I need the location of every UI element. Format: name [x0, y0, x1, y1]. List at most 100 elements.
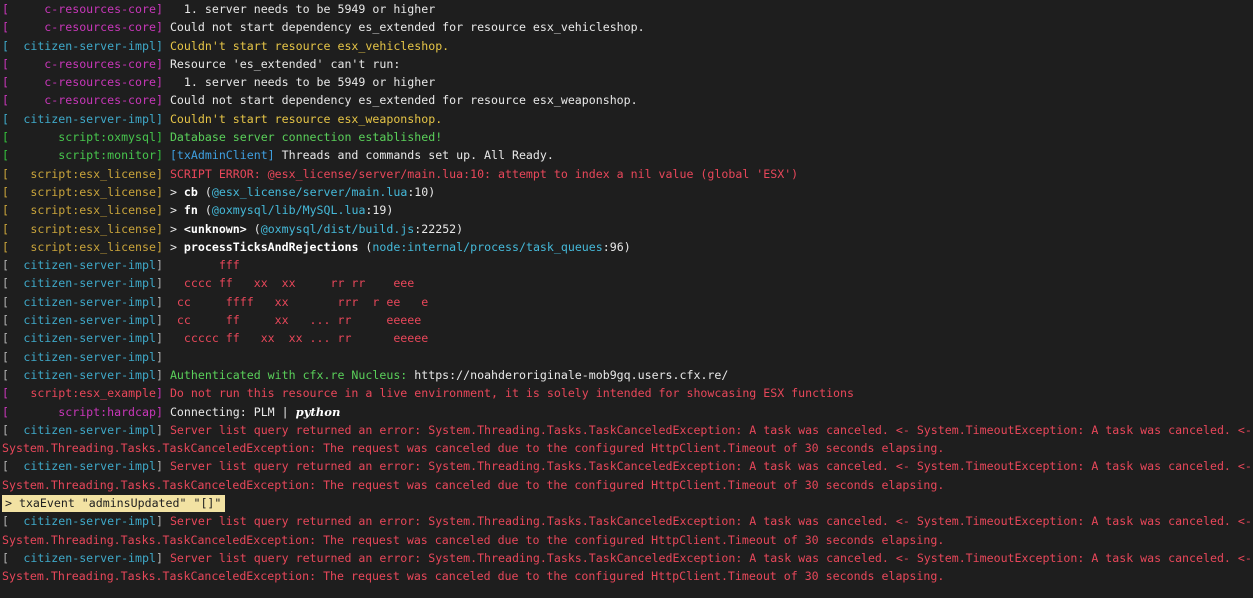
log-source-tag: c-resources-core	[44, 2, 156, 16]
stack-paren: (	[197, 203, 212, 218]
log-line: [c-resources-core] Could not start depen…	[0, 91, 1253, 109]
log-message: 1. server needs to be 5949 or higher	[169, 75, 436, 90]
ascii-art-line: [citizen-server-impl] ccccc ff xx xx ...…	[0, 329, 1253, 347]
nucleus-url: https://noahderoriginale-mob9gq.users.cf…	[414, 367, 729, 382]
log-message: Couldn't start resource esx_weaponshop.	[169, 111, 443, 126]
stack-function: cb	[183, 184, 198, 199]
stack-trace-line: [script:esx_license] > fn (@oxmysql/lib/…	[0, 201, 1253, 219]
log-source-tag: script:esx_license	[30, 203, 156, 218]
log-message: Could not start dependency es_extended f…	[169, 20, 645, 35]
error-line-continuation: System.Threading.Tasks.TaskCanceledExcep…	[0, 567, 1253, 585]
stack-function: processTicksAndRejections	[183, 239, 359, 254]
log-line: [script:esx_license] SCRIPT ERROR: @esx_…	[0, 165, 1253, 183]
log-message: Resource 'es_extended' can't run:	[169, 56, 401, 71]
ascii-art-line: [citizen-server-impl] cccc ff xx xx rr r…	[0, 274, 1253, 292]
log-source-tag: citizen-server-impl	[23, 550, 156, 565]
command-input-echo: > txaEvent "adminsUpdated" "[]"	[0, 494, 1253, 513]
ascii-art: cc ff xx ... rr eeeee	[169, 313, 422, 328]
stack-paren: )	[386, 203, 394, 218]
log-line: [citizen-server-impl] Couldn't start res…	[0, 110, 1253, 128]
log-source-tag: citizen-server-impl	[23, 258, 156, 273]
error-line-continuation: System.Threading.Tasks.TaskCanceledExcep…	[0, 531, 1253, 549]
error-message: Server list query returned an error: Sys…	[169, 550, 1252, 565]
log-source-tag: script:esx_example	[30, 386, 156, 401]
error-line-continuation: System.Threading.Tasks.TaskCanceledExcep…	[0, 439, 1253, 457]
command-input-text: > txaEvent "adminsUpdated" "[]"	[2, 495, 226, 513]
stack-paren: )	[456, 221, 464, 236]
stack-trace-line: [script:esx_license] > <unknown> (@oxmys…	[0, 220, 1253, 238]
ascii-art: cccc ff xx xx rr rr eee	[169, 276, 415, 291]
log-source-tag: citizen-server-impl	[23, 276, 156, 291]
error-line: [citizen-server-impl] Server list query …	[0, 457, 1253, 475]
server-console-output: [c-resources-core] 1. server needs to be…	[0, 0, 1253, 598]
error-line: [citizen-server-impl] Server list query …	[0, 549, 1253, 567]
error-message: System.Threading.Tasks.TaskCanceledExcep…	[2, 569, 945, 584]
log-line: [citizen-server-impl] Couldn't start res…	[0, 37, 1253, 55]
log-message: SCRIPT ERROR: @esx_license/server/main.l…	[169, 166, 799, 181]
stack-arrow: >	[169, 221, 184, 236]
player-signature: python	[295, 404, 341, 419]
error-message: Server list query returned an error: Sys…	[169, 422, 1252, 437]
log-source-tag: citizen-server-impl	[23, 111, 156, 126]
log-source-tag: script:esx_license	[30, 221, 156, 236]
error-message: System.Threading.Tasks.TaskCanceledExcep…	[2, 532, 945, 547]
error-message: Server list query returned an error: Sys…	[169, 514, 1252, 529]
ascii-art-line: [citizen-server-impl] cc ff xx ... rr ee…	[0, 311, 1253, 329]
log-source-tag: script:monitor	[58, 148, 156, 163]
stack-path: @esx_license/server/main.lua	[211, 184, 408, 199]
stack-trace-line: [script:esx_license] > processTicksAndRe…	[0, 238, 1253, 256]
log-line: [script:esx_example] Do not run this res…	[0, 384, 1253, 402]
log-line: [c-resources-core] Resource 'es_extended…	[0, 55, 1253, 73]
log-message: Do not run this resource in a live envir…	[169, 386, 854, 401]
log-source-tag: citizen-server-impl	[23, 514, 156, 529]
log-source-tag: citizen-server-impl	[23, 313, 156, 328]
log-line: [citizen-server-impl] Authenticated with…	[0, 366, 1253, 384]
stack-line-number: :10	[407, 184, 429, 199]
ascii-art-line: [citizen-server-impl] cc ffff xx rrr r e…	[0, 293, 1253, 311]
stack-paren: (	[246, 221, 261, 236]
error-line-continuation: System.Threading.Tasks.TaskCanceledExcep…	[0, 476, 1253, 494]
log-source-tag: script:esx_license	[30, 184, 156, 199]
error-message: Server list query returned an error: Sys…	[169, 459, 1252, 474]
log-source-tag: c-resources-core	[44, 56, 156, 71]
log-source-tag: script:esx_license	[30, 239, 156, 254]
log-source-tag: c-resources-core	[44, 93, 156, 108]
error-line: [citizen-server-impl] Server list query …	[0, 421, 1253, 439]
log-source-tag: script:oxmysql	[58, 130, 156, 145]
log-line: [c-resources-core] 1. server needs to be…	[0, 0, 1253, 18]
stack-arrow: >	[169, 239, 184, 254]
stack-path: node:internal/process/task_queues	[372, 239, 603, 254]
log-line: [script:oxmysql] Database server connect…	[0, 128, 1253, 146]
stack-paren: )	[623, 239, 631, 254]
stack-path: @oxmysql/dist/build.js	[260, 221, 415, 236]
stack-function: fn	[183, 203, 198, 218]
log-source-tag: citizen-server-impl	[23, 294, 156, 309]
log-source-tag: script:esx_license	[30, 166, 156, 181]
stack-path: @oxmysql/lib/MySQL.lua	[211, 203, 366, 218]
log-message: Authenticated with cfx.re Nucleus:	[169, 367, 415, 382]
stack-line-number: :22252	[414, 221, 457, 236]
stack-function: <unknown>	[183, 221, 247, 236]
log-message: 1. server needs to be 5949 or higher	[169, 2, 436, 16]
stack-line-number: :96	[602, 239, 624, 254]
log-source-tag: citizen-server-impl	[23, 349, 156, 364]
log-message: Could not start dependency es_extended f…	[169, 93, 638, 108]
log-source-tag: citizen-server-impl	[23, 331, 156, 346]
log-message: Database server connection established!	[169, 130, 443, 145]
ascii-art: fff	[169, 258, 240, 273]
ascii-art: ccccc ff xx xx ... rr eeeee	[169, 331, 429, 346]
log-line: [script:monitor] [txAdminClient] Threads…	[0, 146, 1253, 164]
log-line: [citizen-server-impl]	[0, 348, 1253, 366]
stack-arrow: >	[169, 184, 184, 199]
error-message: System.Threading.Tasks.TaskCanceledExcep…	[2, 477, 945, 492]
log-source-tag: citizen-server-impl	[23, 422, 156, 437]
log-message: Threads and commands set up. All Ready.	[274, 148, 554, 163]
log-source-tag: c-resources-core	[44, 20, 156, 35]
stack-paren: (	[358, 239, 373, 254]
log-source-tag: citizen-server-impl	[23, 367, 156, 382]
log-message: Connecting: PLM |	[169, 404, 296, 419]
error-message: System.Threading.Tasks.TaskCanceledExcep…	[2, 441, 945, 456]
stack-trace-line: [script:esx_license] > cb (@esx_license/…	[0, 183, 1253, 201]
ascii-art: cc ffff xx rrr r ee e	[169, 294, 429, 309]
stack-line-number: :19	[365, 203, 387, 218]
